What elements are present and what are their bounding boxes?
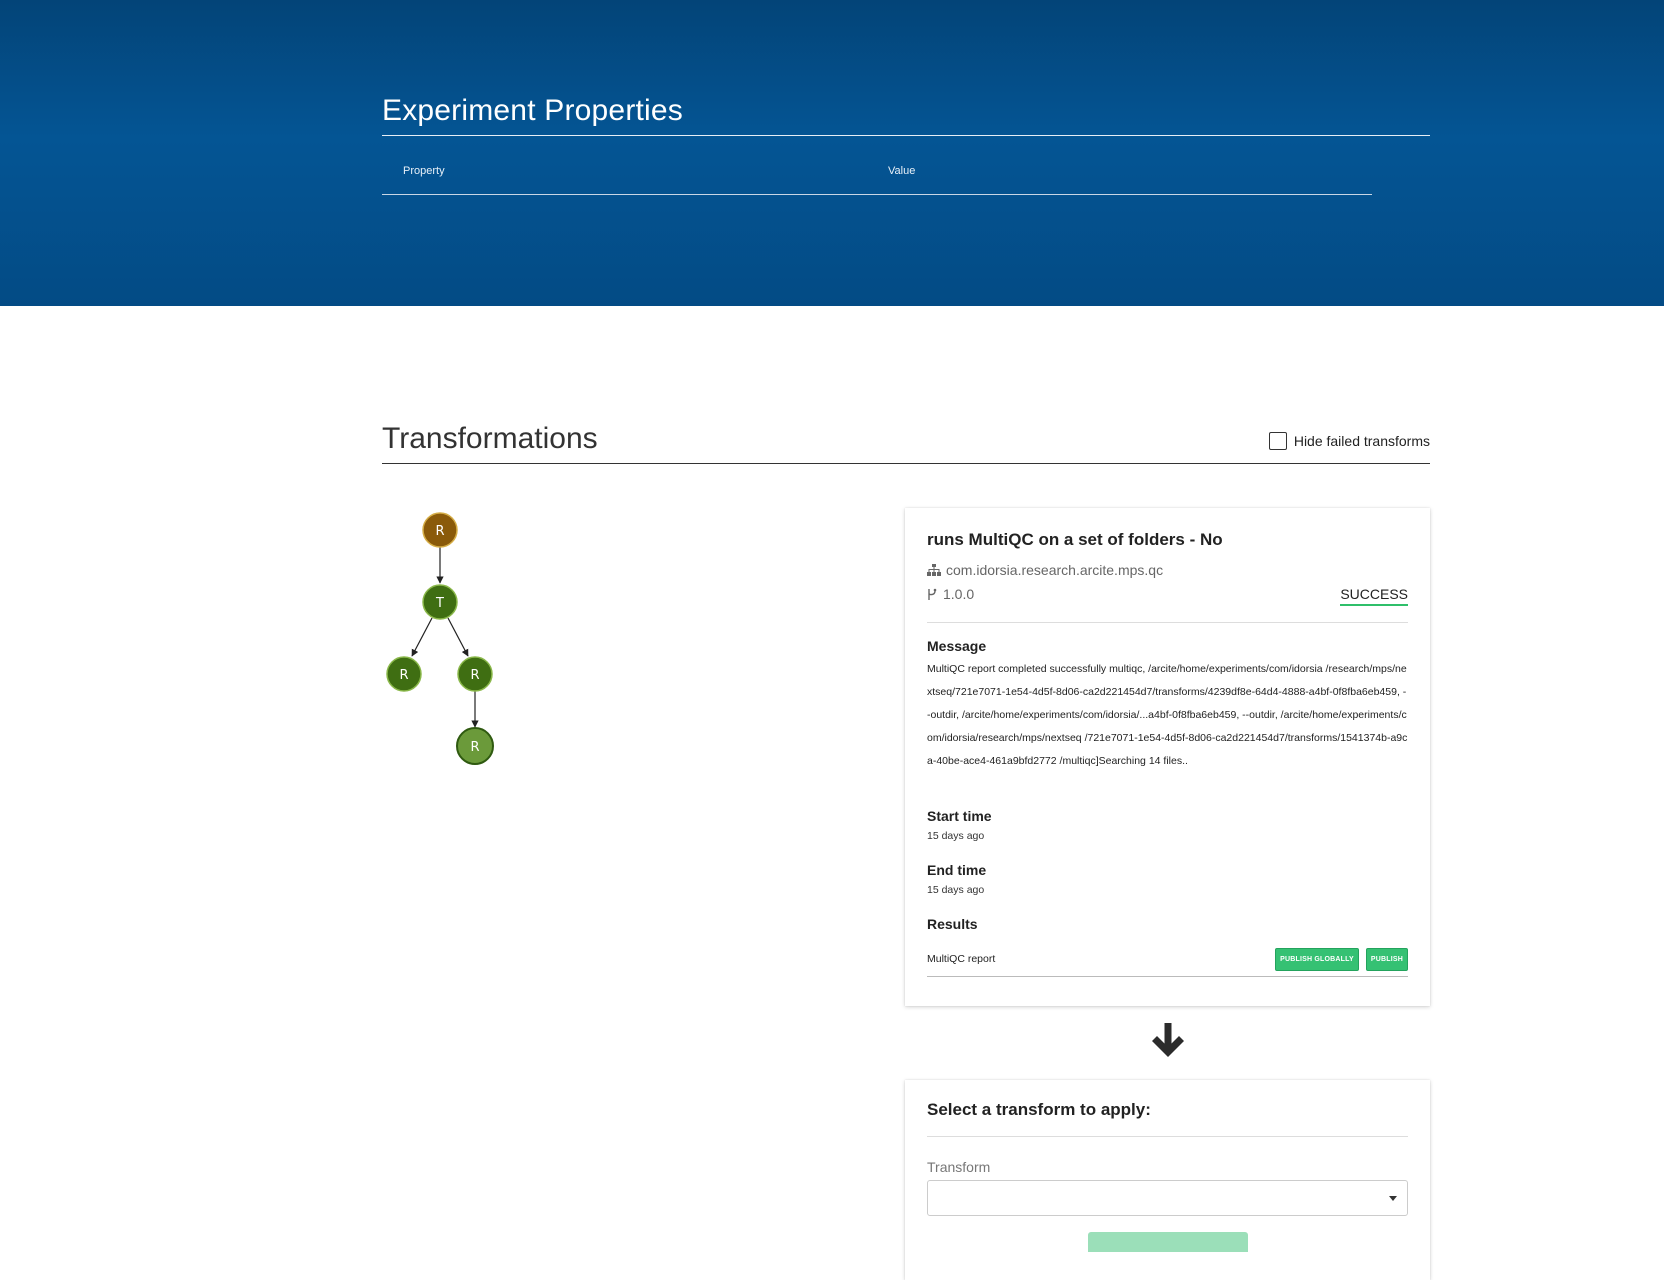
package-line: com.idorsia.research.arcite.mps.qc <box>927 562 1408 578</box>
svg-text:R: R <box>399 668 408 683</box>
graph-node-result-selected[interactable]: R <box>456 727 494 765</box>
end-time-section: End time 15 days ago <box>927 862 1408 896</box>
start-time-section: Start time 15 days ago <box>927 808 1408 842</box>
results-section: Results <box>927 916 1408 932</box>
divider <box>382 194 1372 195</box>
hide-failed-label: Hide failed transforms <box>1293 433 1430 449</box>
divider <box>927 622 1408 623</box>
version-number: 1.0.0 <box>943 586 975 602</box>
divider <box>927 1136 1408 1137</box>
package-name: com.idorsia.research.arcite.mps.qc <box>946 562 1164 578</box>
version-line: 1.0.0 <box>927 586 1408 602</box>
start-time-label: Start time <box>927 808 992 824</box>
result-row: MultiQC report PUBLISH GLOBALLY PUBLISH <box>927 944 1408 974</box>
experiment-properties-title: Experiment Properties <box>382 94 683 127</box>
column-header-value: Value <box>888 165 916 177</box>
graph-node-result-right[interactable]: R <box>457 656 493 692</box>
result-actions: PUBLISH GLOBALLY PUBLISH <box>1275 947 1408 971</box>
sitemap-icon <box>927 564 941 576</box>
hide-failed-checkbox[interactable] <box>1268 432 1287 450</box>
properties-table: Property Value <box>382 160 1372 195</box>
end-time-value: 15 days ago <box>927 884 985 896</box>
transformations-title: Transformations <box>382 422 598 455</box>
svg-text:R: R <box>470 740 479 755</box>
graph-edge <box>411 617 433 657</box>
select-transform-title: Select a transform to apply: <box>927 1100 1151 1119</box>
publish-button[interactable]: PUBLISH <box>1365 947 1408 971</box>
status-badge: SUCCESS <box>1340 586 1408 606</box>
divider <box>927 976 1408 977</box>
arrow-down-icon <box>1152 1023 1184 1057</box>
transform-graph: R T R R R <box>386 512 494 765</box>
result-name: MultiQC report <box>927 953 996 965</box>
transform-select[interactable] <box>927 1180 1408 1216</box>
graph-node-transform[interactable]: T <box>422 584 458 620</box>
results-label: Results <box>927 916 978 932</box>
message-label: Message <box>927 638 987 654</box>
caret-down-icon <box>1389 1196 1397 1201</box>
apply-transform-button[interactable] <box>1088 1232 1248 1252</box>
code-fork-icon <box>928 588 937 600</box>
transform-detail-card: runs MultiQC on a set of folders - No co… <box>905 508 1430 1006</box>
column-header-property: Property <box>403 165 445 177</box>
select-transform-card: Select a transform to apply: Transform <box>905 1080 1430 1280</box>
hide-failed-toggle[interactable]: Hide failed transforms <box>1268 432 1430 450</box>
svg-text:T: T <box>435 596 444 611</box>
svg-text:R: R <box>470 668 479 683</box>
experiment-properties-banner: Experiment Properties Property Value <box>0 0 1664 306</box>
divider <box>382 135 1430 136</box>
transform-field-label: Transform <box>927 1159 991 1175</box>
message-text: MultiQC report completed successfully mu… <box>927 663 1408 767</box>
start-time-value: 15 days ago <box>927 830 985 842</box>
transform-title: runs MultiQC on a set of folders - No <box>927 530 1223 549</box>
graph-node-result-left[interactable]: R <box>386 656 422 692</box>
properties-table-header: Property Value <box>382 160 1372 195</box>
graph-node-root[interactable]: R <box>422 512 458 548</box>
message-section: Message MultiQC report completed success… <box>927 638 1408 773</box>
divider <box>382 463 1430 464</box>
publish-globally-button[interactable]: PUBLISH GLOBALLY <box>1275 947 1359 971</box>
svg-text:R: R <box>435 524 444 539</box>
graph-edge <box>447 617 469 657</box>
end-time-label: End time <box>927 862 987 878</box>
